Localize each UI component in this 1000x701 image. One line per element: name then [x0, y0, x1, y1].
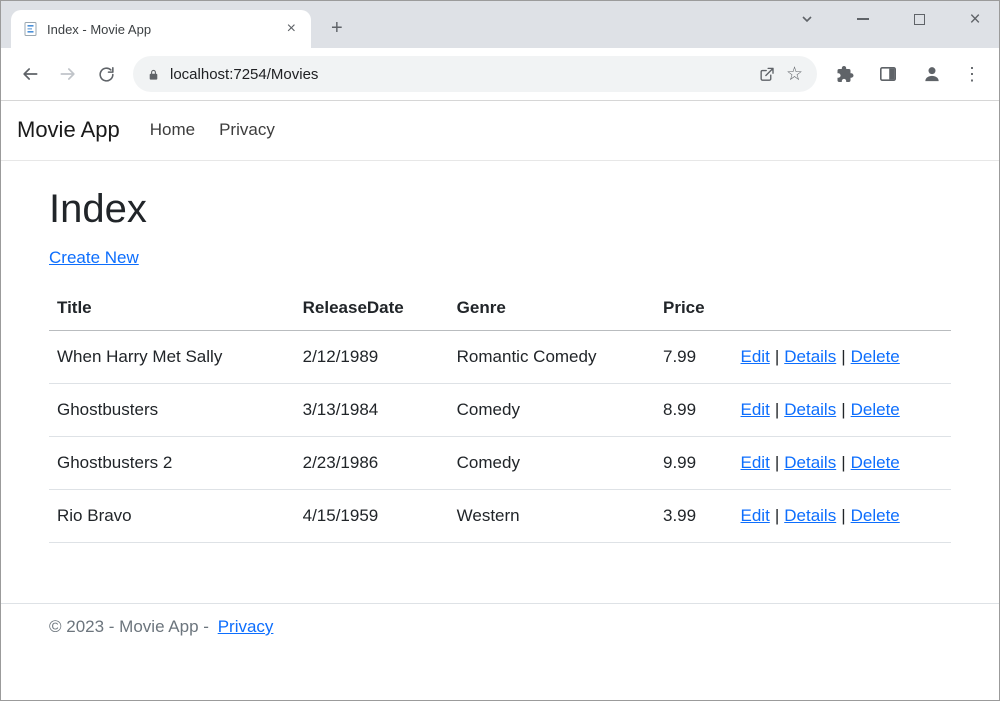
toolbar-right-icons: ⋮ [825, 55, 989, 93]
page-viewport: Movie App Home Privacy Index Create New … [1, 101, 999, 699]
tab-close-icon[interactable]: × [282, 19, 301, 39]
copyright-text: © 2023 - Movie App - [49, 617, 209, 636]
delete-link[interactable]: Delete [851, 347, 900, 366]
table-row: Ghostbusters 3/13/1984 Comedy 8.99 Edit |… [49, 384, 951, 437]
cell-price: 8.99 [655, 384, 733, 437]
details-link[interactable]: Details [784, 347, 836, 366]
browser-menu-icon[interactable]: ⋮ [957, 64, 987, 85]
table-header-title: Title [49, 290, 295, 331]
share-icon[interactable] [758, 65, 776, 83]
cell-release-date: 2/23/1986 [295, 437, 449, 490]
site-navbar: Movie App Home Privacy [1, 101, 999, 161]
cell-genre: Comedy [449, 437, 655, 490]
cell-actions: Edit | Details | Delete [733, 331, 951, 384]
delete-link[interactable]: Delete [851, 506, 900, 525]
window-controls: × [799, 11, 983, 27]
action-separator: | [775, 506, 779, 525]
action-separator: | [775, 453, 779, 472]
cell-release-date: 2/12/1989 [295, 331, 449, 384]
tab-title: Index - Movie App [47, 22, 274, 37]
details-link[interactable]: Details [784, 453, 836, 472]
edit-link[interactable]: Edit [741, 400, 770, 419]
new-tab-button[interactable]: + [325, 16, 349, 40]
address-bar[interactable]: localhost:7254/Movies ☆ [133, 56, 817, 92]
browser-window: Index - Movie App × + × [0, 0, 1000, 701]
bookmark-star-icon[interactable]: ☆ [786, 65, 803, 84]
cell-actions: Edit | Details | Delete [733, 490, 951, 543]
cell-price: 7.99 [655, 331, 733, 384]
action-separator: | [775, 400, 779, 419]
tab-strip: Index - Movie App × + × [1, 1, 999, 48]
cell-price: 3.99 [655, 490, 733, 543]
table-header-date: ReleaseDate [295, 290, 449, 331]
cell-genre: Romantic Comedy [449, 331, 655, 384]
footer-privacy-link[interactable]: Privacy [218, 617, 274, 636]
action-separator: | [775, 347, 779, 366]
cell-title: Ghostbusters 2 [49, 437, 295, 490]
nav-link-privacy[interactable]: Privacy [219, 120, 275, 140]
main-content: Index Create New Title ReleaseDate Genre… [1, 187, 999, 543]
lock-icon[interactable] [147, 67, 160, 82]
cell-title: When Harry Met Sally [49, 331, 295, 384]
cell-price: 9.99 [655, 437, 733, 490]
minimize-button[interactable] [855, 11, 871, 27]
cell-title: Ghostbusters [49, 384, 295, 437]
window-close-button[interactable]: × [967, 11, 983, 27]
cell-title: Rio Bravo [49, 490, 295, 543]
action-separator: | [841, 506, 845, 525]
table-row: When Harry Met Sally 2/12/1989 Romantic … [49, 331, 951, 384]
table-row: Rio Bravo 4/15/1959 Western 3.99 Edit | De… [49, 490, 951, 543]
extensions-puzzle-icon[interactable] [825, 55, 863, 93]
edit-link[interactable]: Edit [741, 453, 770, 472]
edit-link[interactable]: Edit [741, 506, 770, 525]
cell-release-date: 4/15/1959 [295, 490, 449, 543]
reload-icon[interactable] [87, 55, 125, 93]
table-row: Ghostbusters 2 2/23/1986 Comedy 9.99 Edi… [49, 437, 951, 490]
table-header-price: Price [655, 290, 733, 331]
forward-icon[interactable] [49, 55, 87, 93]
details-link[interactable]: Details [784, 400, 836, 419]
profile-avatar-icon[interactable] [913, 55, 951, 93]
action-separator: | [841, 400, 845, 419]
details-link[interactable]: Details [784, 506, 836, 525]
browser-toolbar: localhost:7254/Movies ☆ [1, 48, 999, 101]
action-separator: | [841, 453, 845, 472]
cell-genre: Comedy [449, 384, 655, 437]
cell-actions: Edit | Details | Delete [733, 384, 951, 437]
movies-table: Title ReleaseDate Genre Price When Harry… [49, 290, 951, 543]
maximize-button[interactable] [911, 11, 927, 27]
nav-link-home[interactable]: Home [150, 120, 195, 140]
browser-tab[interactable]: Index - Movie App × [11, 10, 311, 48]
brand-link[interactable]: Movie App [17, 117, 120, 143]
cell-release-date: 3/13/1984 [295, 384, 449, 437]
table-header-genre: Genre [449, 290, 655, 331]
url-text: localhost:7254/Movies [170, 66, 318, 83]
page-title: Index [49, 187, 951, 232]
create-new-link[interactable]: Create New [49, 248, 139, 268]
table-header-row: Title ReleaseDate Genre Price [49, 290, 951, 331]
edit-link[interactable]: Edit [741, 347, 770, 366]
back-icon[interactable] [11, 55, 49, 93]
delete-link[interactable]: Delete [851, 453, 900, 472]
table-header-actions [733, 290, 951, 331]
side-panel-icon[interactable] [869, 55, 907, 93]
cell-actions: Edit | Details | Delete [733, 437, 951, 490]
tab-search-chevron-icon[interactable] [799, 11, 815, 27]
action-separator: | [841, 347, 845, 366]
delete-link[interactable]: Delete [851, 400, 900, 419]
cell-genre: Western [449, 490, 655, 543]
favicon-icon [23, 21, 39, 37]
site-footer: © 2023 - Movie App - Privacy [1, 603, 999, 637]
